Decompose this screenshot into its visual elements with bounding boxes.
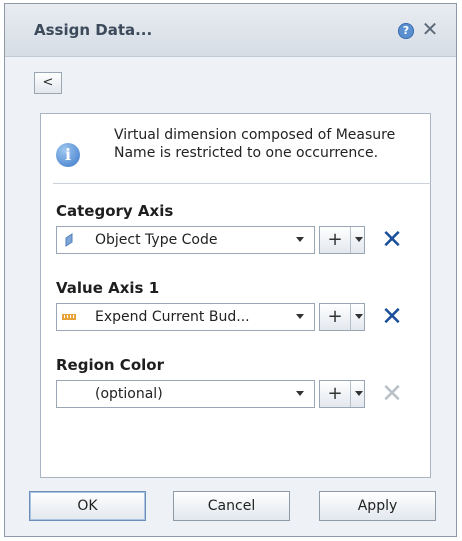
- remove-value-icon[interactable]: ✕: [381, 304, 403, 330]
- ok-button[interactable]: OK: [29, 491, 146, 521]
- chevron-down-icon[interactable]: [355, 314, 363, 319]
- add-region-button[interactable]: +: [319, 380, 365, 408]
- category-axis-value: Object Type Code: [95, 232, 218, 248]
- region-color-select[interactable]: (optional): [56, 380, 315, 408]
- plus-icon[interactable]: +: [320, 381, 351, 407]
- dialog-title: Assign Data...: [34, 21, 153, 39]
- chevron-down-icon: [296, 237, 304, 242]
- region-color-value: (optional): [95, 386, 163, 402]
- chevron-down-icon: [296, 314, 304, 319]
- back-button[interactable]: <: [34, 72, 62, 94]
- plus-icon[interactable]: +: [320, 227, 351, 253]
- region-color-label: Region Color: [56, 356, 164, 374]
- add-category-button[interactable]: +: [319, 226, 365, 254]
- remove-region-icon: ✕: [381, 379, 403, 409]
- value-axis-select[interactable]: Expend Current Bud...: [56, 303, 315, 331]
- assignment-panel: i Virtual dimension composed of Measure …: [40, 113, 431, 478]
- info-message: Virtual dimension composed of Measure Na…: [114, 127, 396, 161]
- add-value-button[interactable]: +: [319, 303, 365, 331]
- value-axis-value: Expend Current Bud...: [95, 309, 250, 325]
- category-axis-select[interactable]: Object Type Code: [56, 226, 315, 254]
- apply-button[interactable]: Apply: [319, 491, 436, 521]
- chevron-down-icon: [296, 391, 304, 396]
- plus-icon[interactable]: +: [320, 304, 351, 330]
- divider: [53, 183, 431, 184]
- assign-data-dialog: Assign Data... ? ✕ < i Virtual dimension…: [4, 3, 457, 537]
- dialog-titlebar: Assign Data... ? ✕: [5, 4, 456, 57]
- close-icon[interactable]: ✕: [420, 18, 440, 40]
- value-axis-label: Value Axis 1: [56, 279, 160, 297]
- help-icon[interactable]: ?: [398, 23, 414, 39]
- dimension-icon: [65, 233, 73, 247]
- measure-icon: [62, 314, 76, 320]
- category-axis-label: Category Axis: [56, 202, 174, 220]
- info-icon: i: [56, 143, 80, 167]
- cancel-button[interactable]: Cancel: [173, 491, 290, 521]
- remove-category-icon[interactable]: ✕: [381, 227, 403, 253]
- chevron-down-icon[interactable]: [355, 237, 363, 242]
- chevron-down-icon[interactable]: [355, 391, 363, 396]
